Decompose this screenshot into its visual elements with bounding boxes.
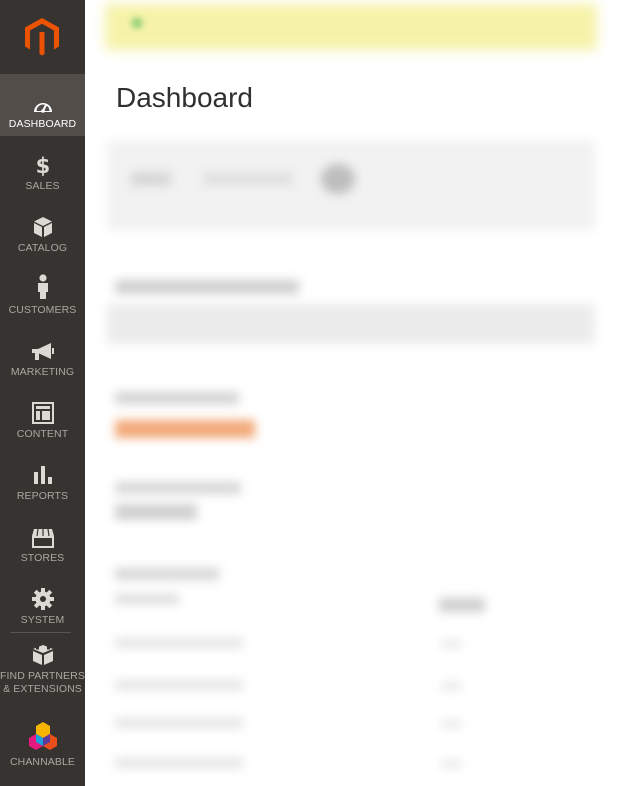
- table-header-blurred: [439, 598, 485, 612]
- toolbar-blurred-control[interactable]: [131, 172, 171, 186]
- storefront-icon: [31, 528, 54, 548]
- dollar-icon: $: [36, 154, 50, 176]
- speedometer-icon: [33, 103, 52, 113]
- person-icon: [37, 274, 48, 299]
- sidebar-item-label: DASHBOARD: [8, 118, 77, 130]
- bar-chart-icon: [33, 466, 52, 484]
- info-strip-blurred: [107, 304, 595, 344]
- magento-logo-icon[interactable]: [22, 16, 62, 58]
- box-icon: [33, 217, 52, 237]
- last-orders-heading-blurred: [115, 568, 219, 580]
- sidebar-item-customers[interactable]: CUSTOMERS: [0, 260, 85, 322]
- notice-status-dot: [131, 17, 143, 29]
- sidebar-item-dashboard[interactable]: DASHBOARD: [0, 74, 85, 136]
- sidebar-item-reports[interactable]: REPORTS: [0, 446, 85, 508]
- table-row-blurred[interactable]: [115, 758, 243, 768]
- last-orders-subheading-blurred: [115, 594, 179, 604]
- section-heading-blurred: [115, 280, 299, 294]
- svg-text:$: $: [36, 154, 50, 176]
- sidebar-item-content[interactable]: CONTENT: [0, 384, 85, 446]
- lifetime-sales-value-blurred: [115, 420, 255, 438]
- sidebar-item-marketing[interactable]: MARKETING: [0, 322, 85, 384]
- table-cell-blurred: [441, 682, 461, 690]
- lifetime-sales-label-blurred: [115, 392, 239, 404]
- sidebar-item-label: CUSTOMERS: [8, 304, 77, 316]
- megaphone-icon: [31, 343, 54, 360]
- admin-sidebar: DASHBOARD $ SALES CATALOG CUSTOMERS MARK…: [0, 0, 85, 786]
- sidebar-item-catalog[interactable]: CATALOG: [0, 198, 85, 260]
- gear-icon: [31, 588, 54, 610]
- main-content: Dashboard: [85, 0, 620, 786]
- table-cell-blurred: [441, 640, 461, 648]
- system-message-banner[interactable]: [105, 4, 597, 50]
- average-order-label-blurred: [115, 482, 241, 494]
- sidebar-item-label: FIND PARTNERS & EXTENSIONS: [0, 670, 85, 695]
- table-row-blurred[interactable]: [115, 638, 243, 648]
- sidebar-item-label: REPORTS: [16, 490, 69, 502]
- sidebar-item-stores[interactable]: STORES: [0, 508, 85, 570]
- table-cell-blurred: [441, 760, 461, 768]
- toolbar-blurred-control[interactable]: [203, 174, 293, 184]
- sidebar-item-label: MARKETING: [10, 366, 75, 378]
- sidebar-item-label: CATALOG: [17, 242, 68, 254]
- sidebar-item-label: CHANNABLE: [9, 756, 76, 768]
- layout-icon: [31, 402, 54, 424]
- page-title: Dashboard: [116, 82, 253, 113]
- sidebar-item-label: STORES: [20, 552, 65, 564]
- toolbar-blurred-button[interactable]: [321, 164, 355, 194]
- sidebar-item-label: SYSTEM: [20, 614, 65, 626]
- sidebar-item-sales[interactable]: $ SALES: [0, 136, 85, 198]
- table-cell-blurred: [441, 720, 461, 728]
- sidebar-item-label: CONTENT: [16, 428, 69, 440]
- table-row-blurred[interactable]: [115, 680, 243, 690]
- sidebar-item-label: SALES: [25, 180, 60, 192]
- sidebar-item-channable[interactable]: CHANNABLE: [0, 710, 85, 772]
- channable-logo-icon: [28, 722, 57, 750]
- average-order-value-blurred: [115, 504, 197, 520]
- sidebar-item-find-partners[interactable]: FIND PARTNERS & EXTENSIONS: [0, 632, 85, 695]
- table-row-blurred[interactable]: [115, 718, 243, 728]
- sidebar-item-system[interactable]: SYSTEM: [0, 570, 85, 632]
- blocks-icon: [32, 645, 53, 665]
